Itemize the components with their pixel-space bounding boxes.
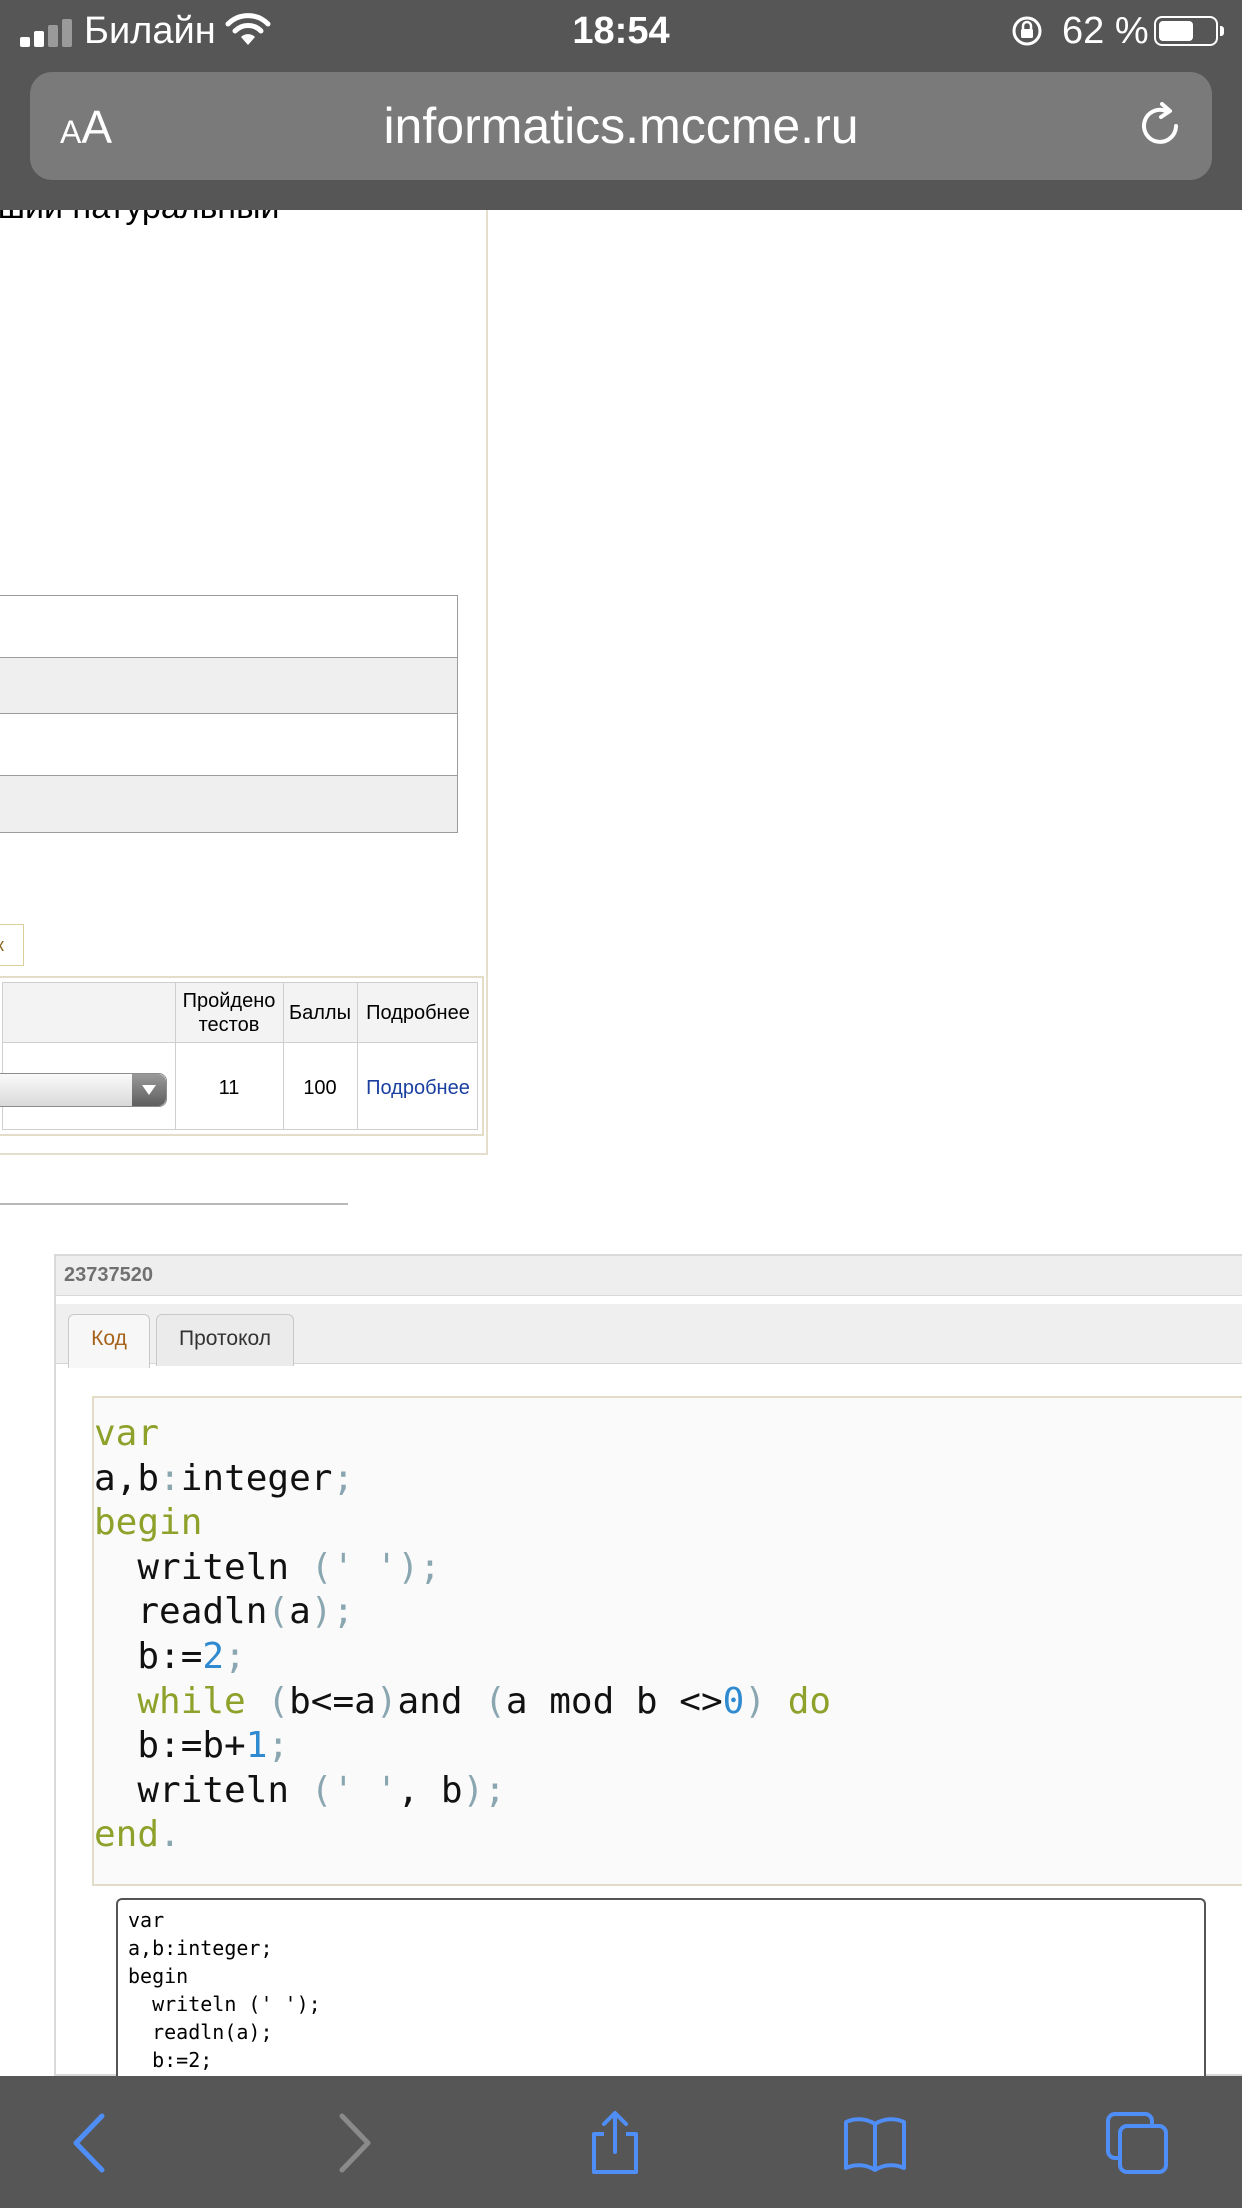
status-time: 18:54 (572, 10, 670, 52)
table-row (0, 776, 457, 832)
code-line: var (128, 1908, 165, 1932)
bookmarks-icon[interactable] (842, 2110, 908, 2176)
submissions-table: Пройдено тестов Баллы Подробнее 11 100 П… (0, 976, 484, 1136)
tab-code[interactable]: Код (68, 1314, 150, 1368)
content-frame-border (486, 210, 488, 1153)
chevron-down-icon[interactable] (132, 1074, 166, 1106)
submissions-table-inner: Пройдено тестов Баллы Подробнее 11 100 П… (0, 982, 479, 1130)
submission-header: 23737520 (56, 1256, 1242, 1296)
table-row (0, 658, 457, 714)
cell-score: 100 (303, 1077, 337, 1099)
status-bar: Билайн 18:54 62 % (0, 0, 1242, 62)
browser-top-chrome: Билайн 18:54 62 % AA informatics.mccme.r… (0, 0, 1242, 210)
browser-toolbar (0, 2076, 1242, 2208)
header-score: Баллы (289, 1002, 351, 1024)
table-row (0, 596, 457, 658)
problem-statement-fragment: ьший натуральный (0, 210, 280, 227)
header-details: Подробнее (366, 1002, 470, 1024)
url-bar[interactable]: AA informatics.mccme.ru (30, 72, 1212, 180)
forward-icon (339, 2113, 371, 2173)
code-editor-textarea[interactable]: var a,b:integer; begin writeln (' '); read… (116, 1898, 1206, 2088)
url-text[interactable]: informatics.mccme.ru (30, 97, 1212, 155)
code-line: a,b:integer; (128, 1936, 273, 1960)
language-select[interactable] (0, 1073, 167, 1107)
orientation-lock-icon (1012, 16, 1042, 46)
reload-icon[interactable] (1132, 98, 1188, 154)
content-frame-border-bottom (0, 1153, 488, 1155)
code-token: var (94, 1413, 160, 1454)
code-line: b:=2; (128, 2048, 213, 2072)
submit-button-fragment[interactable]: к (0, 924, 24, 966)
cell-tests-passed: 11 (218, 1077, 240, 1099)
code-line: readln(a); (128, 2020, 273, 2044)
code-area-text: var a,b:integer; begin writeln (' '); read… (128, 1906, 321, 2074)
tab-protocol[interactable]: Протокол (156, 1314, 294, 1366)
table-row (0, 714, 457, 776)
tabs-icon[interactable] (1104, 2110, 1170, 2176)
submission-tabs: Код Протокол (56, 1304, 1242, 1368)
battery-icon (1154, 16, 1224, 46)
code-line: begin (128, 1964, 189, 1988)
back-icon[interactable] (60, 2110, 126, 2176)
code-line: writeln (' '); (128, 1992, 321, 2016)
battery-percent: 62 % (1062, 10, 1149, 52)
highlighted-code: var a,b:integer; begin writeln (' '); re… (94, 1413, 832, 1856)
details-link[interactable]: Подробнее (357, 1077, 479, 1100)
submission-id: 23737520 (64, 1264, 153, 1286)
divider (0, 1203, 348, 1205)
share-icon[interactable] (582, 2110, 648, 2176)
code-view: var a,b:integer; begin writeln (' '); re… (92, 1396, 1242, 1886)
examples-table (0, 595, 458, 833)
header-tests-passed: Пройдено тестов (182, 990, 276, 1036)
